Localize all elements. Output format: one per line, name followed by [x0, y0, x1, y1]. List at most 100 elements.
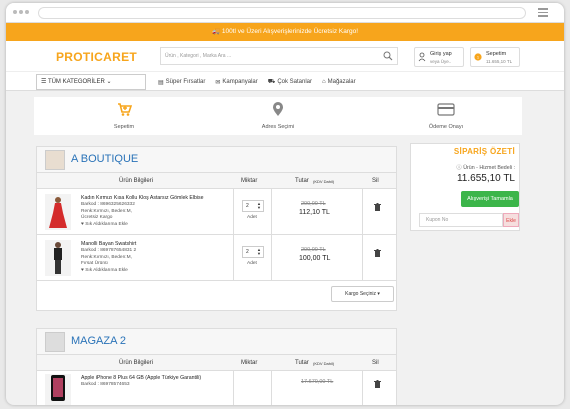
login-button[interactable]: Giriş yap veya Üye.. [414, 47, 464, 67]
nav-link-stores[interactable]: ⌂ Mağazalar [322, 78, 356, 86]
cart-button[interactable]: 1 Sepetim 11.655,10 TL [470, 47, 520, 67]
search-input[interactable]: Ürün , Kategori , Marka Ara ... [160, 47, 398, 65]
trash-icon[interactable] [374, 203, 381, 211]
fav-label: Sık Aldıklarıma Ekle [85, 268, 128, 274]
megaphone-icon: ✉ [215, 79, 221, 86]
trash-icon[interactable] [374, 380, 381, 388]
search-icon[interactable] [383, 51, 393, 61]
complete-order-button[interactable]: Alışverişi Tamamla [461, 191, 519, 207]
cart-total: 11.655,10 TL [486, 59, 513, 64]
table-header: Ürün Bilgileri Miktar Tutar (KDV Dahil) … [37, 173, 396, 189]
product-image[interactable] [45, 194, 71, 230]
product-title[interactable]: Manolli Bayan Swatshirt [81, 241, 136, 248]
cart-title: Sepetim [486, 51, 507, 57]
qty-value: 2 [246, 203, 249, 209]
shop-logo[interactable] [45, 332, 65, 352]
col-qty: Miktar [241, 360, 258, 366]
summary-subtitle-text: Ürün - Hizmet Bedeli : [463, 165, 515, 171]
cart-small-icon: ⛟ [267, 79, 276, 85]
nav-link-best-sellers[interactable]: ⛟ Çok Satanlar [268, 78, 312, 86]
shop-name[interactable]: A BOUTIQUE [71, 153, 138, 165]
window-dots [13, 10, 29, 14]
summary-subtitle: ⓘ Ürün - Hizmet Bedeli : [456, 163, 515, 171]
qty-unit: Adet [247, 215, 257, 220]
product-image[interactable] [45, 240, 71, 276]
stepper-arrows-icon[interactable]: ▲ ▼ [257, 202, 261, 210]
col-total: Tutar [295, 178, 309, 184]
browser-frame: 🚚 100tl ve Üzeri Alışverişlerinizde Ücre… [6, 3, 564, 405]
product-info: Manolli Bayan Swatshirt Barkod : 8697876… [81, 241, 136, 275]
step-cart[interactable]: Sepetim [64, 97, 184, 135]
summary-total: 11.655,10 TL [456, 173, 515, 184]
product-info: Kadın Kırmızı Kısa Kollu Kloş Astarsız G… [81, 195, 204, 229]
trash-icon[interactable] [374, 249, 381, 257]
nav-link-campaigns[interactable]: ✉ Kampanyalar [215, 78, 257, 86]
product-image[interactable] [45, 374, 71, 405]
hamburger-icon[interactable] [538, 8, 548, 19]
search-placeholder: Ürün , Kategori , Marka Ara ... [165, 53, 232, 59]
nav-link-super-deals[interactable]: ▤ Süper Fırsatlar [158, 78, 205, 86]
login-sub: veya Üye.. [430, 59, 452, 64]
table-row: Apple iPhone 8 Plus 64 GB (Apple Türkiye… [37, 371, 396, 405]
shop-name[interactable]: MAGAZA 2 [71, 335, 126, 347]
col-total-note: (KDV Dahil) [313, 179, 335, 184]
quantity-stepper[interactable]: 2 ▲ ▼ [242, 246, 264, 258]
coupon-input[interactable]: Kupon No [419, 213, 503, 227]
shop-panel: MAGAZA 2 Ürün Bilgileri Miktar Tutar (KD… [36, 328, 397, 405]
nav-link-label: Süper Fırsatlar [165, 79, 206, 85]
col-product: Ürün Bilgileri [119, 360, 154, 366]
shop-panel: A BOUTIQUE Ürün Bilgileri Miktar Tutar (… [36, 146, 397, 311]
shop-header: A BOUTIQUE [37, 147, 396, 173]
store-icon: ⌂ [322, 79, 326, 85]
summary-title: SİPARİŞ ÖZETİ [453, 147, 515, 156]
promo-text: 100tl ve Üzeri Alışverişlerinizde Ücrets… [221, 28, 359, 35]
site-logo[interactable]: PROTICARET [56, 50, 137, 64]
old-price: 200,00 TL [301, 247, 326, 253]
cart-icon: 1 [474, 53, 482, 61]
step-payment[interactable]: Ödeme Onayı [386, 97, 506, 135]
fav-label: Sık Aldıklarıma Ekle [85, 222, 128, 228]
product-barcode: Barkod : 86978574653 [81, 381, 130, 387]
main-nav: ☰ TÜM KATEGORİLER ⌄ ▤ Süper Fırsatlar ✉ Ka… [6, 71, 564, 91]
location-icon [273, 102, 283, 116]
fav-link[interactable]: ♥ Sık Aldıklarıma Ekle [81, 268, 136, 275]
price: 112,10 TL [299, 209, 330, 216]
nav-link-label: Kampanyalar [222, 79, 258, 85]
promo-banner: 🚚 100tl ve Üzeri Alışverişlerinizde Ücre… [6, 23, 564, 41]
quantity-stepper[interactable]: 2 ▲ ▼ [242, 200, 264, 212]
col-total: Tutar [295, 360, 309, 366]
step-label: Adres Seçimi [261, 124, 295, 130]
step-label: Ödeme Onayı [428, 124, 464, 130]
fav-link[interactable]: ♥ Sık Aldıklarıma Ekle [81, 222, 204, 229]
cargo-label: Kargo Seçiniz [345, 291, 376, 297]
phone-image [51, 375, 65, 401]
product-barcode: Barkod : 869787654831 2 [81, 247, 137, 253]
col-delete: Sil [372, 360, 379, 366]
col-product: Ürün Bilgileri [119, 178, 154, 184]
site-header: PROTICARET Ürün , Kategori , Marka Ara .… [6, 41, 564, 71]
step-label: Sepetim [113, 124, 135, 130]
credit-card-icon [437, 103, 455, 116]
product-title[interactable]: Kadın Kırmızı Kısa Kollu Kloş Astarsız G… [81, 195, 204, 202]
sweatshirt-image [54, 242, 62, 274]
address-bar[interactable] [38, 7, 526, 19]
nav-link-label: Mağazalar [327, 79, 356, 85]
coupon-add-button[interactable]: Ekle [503, 213, 519, 227]
table-row: Manolli Bayan Swatshirt Barkod : 8697876… [37, 235, 396, 281]
caret-down-icon: ▾ [375, 291, 380, 297]
product-info: Apple iPhone 8 Plus 64 GB (Apple Türkiye… [81, 375, 201, 389]
cargo-select[interactable]: Kargo Seçiniz ▾ [331, 286, 394, 302]
col-total-note: (KDV Dahil) [313, 361, 335, 366]
tag-icon: ▤ [158, 79, 164, 86]
qty-value: 2 [246, 249, 249, 255]
product-title[interactable]: Apple iPhone 8 Plus 64 GB (Apple Türkiye… [81, 375, 201, 382]
product-barcode: Barkod : 8696325626332 [81, 201, 135, 207]
qty-unit: Adet [247, 261, 257, 266]
stepper-arrows-icon[interactable]: ▲ ▼ [257, 248, 261, 256]
chevron-down-icon: ⌄ [104, 79, 112, 85]
categories-dropdown[interactable]: ☰ TÜM KATEGORİLER ⌄ [36, 74, 146, 90]
old-price: 17.670,00 TL [301, 379, 334, 385]
step-address[interactable]: Adres Seçimi [218, 97, 338, 135]
shop-logo[interactable] [45, 150, 65, 170]
order-summary: SİPARİŞ ÖZETİ ⓘ Ürün - Hizmet Bedeli : 1… [410, 143, 520, 231]
